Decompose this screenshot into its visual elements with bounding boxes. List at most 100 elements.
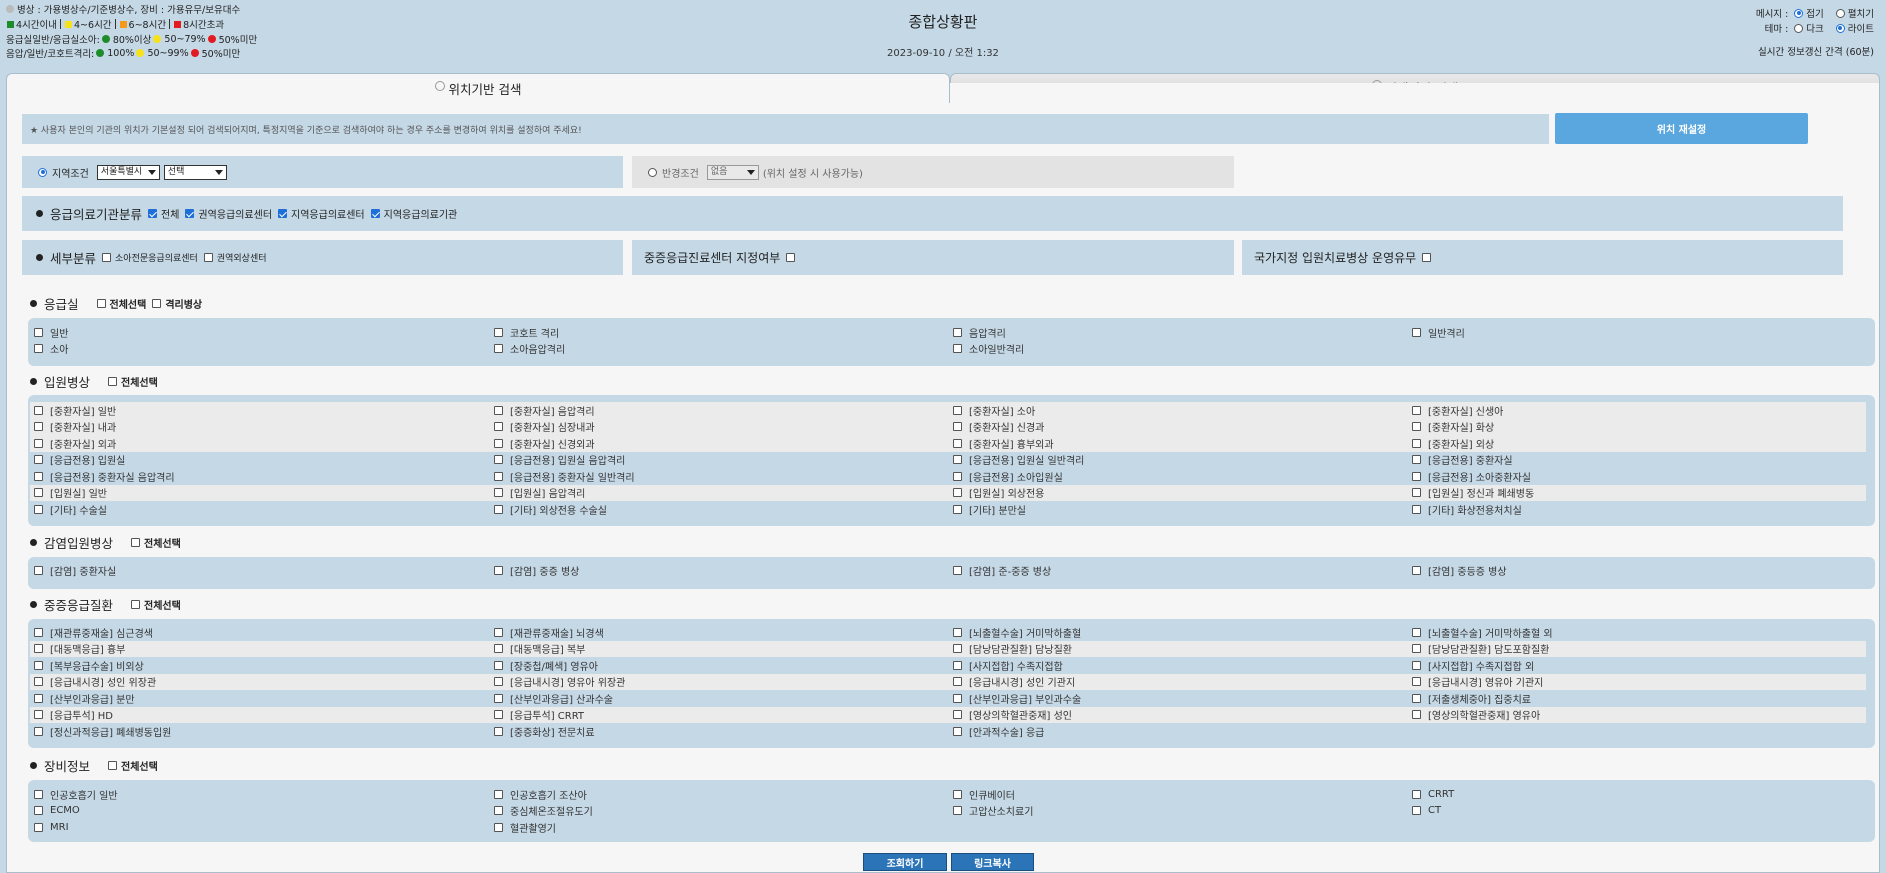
ward-option-checkbox[interactable] <box>1412 438 1421 448</box>
ward-option-checkbox[interactable] <box>953 405 962 415</box>
ward-option-label[interactable]: [기타] 외상전용 수술실 <box>510 502 607 517</box>
severe-option-checkbox[interactable] <box>494 644 503 653</box>
er-option-checkbox[interactable] <box>953 344 962 353</box>
search-button[interactable]: 조회하기 <box>863 853 947 871</box>
equipment-select-all-label[interactable]: 전체선택 <box>121 758 158 773</box>
equipment-select-all-checkbox[interactable] <box>108 761 118 770</box>
ward-option-checkbox[interactable] <box>494 438 503 448</box>
er-option-label[interactable]: 소아일반격리 <box>969 341 1024 356</box>
severe-option-checkbox[interactable] <box>1412 693 1421 703</box>
severe-option-label[interactable]: [장중첩/폐색] 영유아 <box>510 658 598 673</box>
severe-option-label[interactable]: [복부응급수술] 비외상 <box>50 658 144 673</box>
severe-option[interactable]: [사지접합] 수족지접합 외 <box>1408 657 1534 673</box>
ward-option-checkbox[interactable] <box>1412 422 1421 431</box>
equipment-option-label[interactable]: 인공호흡기 일반 <box>50 787 118 802</box>
ward-option[interactable]: [입원실] 일반 <box>30 485 107 501</box>
equipment-option-checkbox[interactable] <box>1412 806 1421 815</box>
ward-option-checkbox[interactable] <box>1412 471 1421 481</box>
ward-select-all-label[interactable]: 전체선택 <box>121 374 158 389</box>
equipment-option-checkbox[interactable] <box>494 806 503 815</box>
ward-option[interactable]: [기타] 분만실 <box>949 501 1026 517</box>
severe-option[interactable]: [응급투석] CRRT <box>490 707 584 723</box>
er-isolation-checkbox[interactable] <box>152 299 162 308</box>
class-local-institution-checkbox[interactable] <box>370 209 380 218</box>
severe-option-label[interactable]: [응급내시경] 영유아 위장관 <box>510 674 625 689</box>
ward-option-label[interactable]: [응급전용] 입원실 음압격리 <box>510 452 625 467</box>
ward-option[interactable]: [중환자실] 신경과 <box>949 419 1044 435</box>
ward-option-label[interactable]: [기타] 분만실 <box>969 502 1026 517</box>
er-option[interactable]: 소아일반격리 <box>949 341 1024 357</box>
er-option[interactable]: 소아음압격리 <box>490 341 565 357</box>
severe-option[interactable]: [응급내시경] 성인 위장관 <box>30 674 156 690</box>
equipment-option-label[interactable]: 혈관촬영기 <box>510 820 556 835</box>
ward-option-checkbox[interactable] <box>34 405 43 415</box>
infection-option-label[interactable]: [감염] 중환자실 <box>50 563 116 578</box>
equipment-option[interactable]: CT <box>1408 803 1441 819</box>
ward-option[interactable]: [응급전용] 입원실 <box>30 452 125 468</box>
severe-option[interactable]: [응급투석] HD <box>30 707 113 723</box>
ward-option-checkbox[interactable] <box>494 455 503 464</box>
refresh-interval[interactable]: 실시간 정보갱신 간격 (60분) <box>1758 44 1874 58</box>
ward-option[interactable]: [중환자실] 일반 <box>30 402 116 418</box>
ward-option-label[interactable]: [기타] 화상전용처치실 <box>1428 502 1522 517</box>
class-all-checkbox[interactable] <box>148 209 158 218</box>
equipment-option-checkbox[interactable] <box>494 789 503 799</box>
severe-option[interactable]: [영상의학혈관중재] 성인 <box>949 707 1072 723</box>
severe-option[interactable]: [산부인과응급] 분만 <box>30 690 135 706</box>
ward-option-checkbox[interactable] <box>953 504 962 514</box>
class-local-center-checkbox[interactable] <box>278 209 288 218</box>
er-option[interactable]: 코호트 격리 <box>490 324 559 340</box>
infection-option-checkbox[interactable] <box>953 565 962 575</box>
severe-option-label[interactable]: [뇌출혈수술] 거미막하출혈 외 <box>1428 625 1553 640</box>
infection-option[interactable]: [감염] 준-중증 병상 <box>949 562 1051 578</box>
infection-option-label[interactable]: [감염] 준-중증 병상 <box>969 563 1051 578</box>
message-expand-label[interactable]: 펼치기 <box>1848 6 1874 20</box>
infection-option-label[interactable]: [감염] 중등증 병상 <box>1428 563 1507 578</box>
reset-location-button[interactable]: 위치 재설정 <box>1555 113 1808 144</box>
severe-option-label[interactable]: [산부인과응급] 분만 <box>50 691 135 706</box>
ward-option-label[interactable]: [응급전용] 중환자실 음압격리 <box>50 469 175 484</box>
ward-option[interactable]: [응급전용] 소아중환자실 <box>1408 468 1531 484</box>
severe-option[interactable]: [뇌출혈수술] 거미막하출혈 <box>949 624 1081 640</box>
ward-option[interactable]: [중환자실] 흉부외과 <box>949 435 1054 451</box>
ward-option-label[interactable]: [중환자실] 소아 <box>969 403 1035 418</box>
equipment-option-checkbox[interactable] <box>1412 789 1421 799</box>
equipment-option-checkbox[interactable] <box>34 822 43 832</box>
severe-option-label[interactable]: [대동맥응급] 흉부 <box>50 641 125 656</box>
ward-option-checkbox[interactable] <box>494 471 503 481</box>
ward-option[interactable]: [응급전용] 입원실 음압격리 <box>490 452 625 468</box>
copy-link-button[interactable]: 링크복사 <box>951 853 1034 871</box>
severe-option-checkbox[interactable] <box>953 627 962 637</box>
er-option[interactable]: 음압격리 <box>949 324 1006 340</box>
er-option-checkbox[interactable] <box>494 327 503 337</box>
ward-option-label[interactable]: [응급전용] 소아중환자실 <box>1428 469 1531 484</box>
er-option-label[interactable]: 코호트 격리 <box>510 325 559 340</box>
ward-option-checkbox[interactable] <box>953 488 962 497</box>
class-local-institution-label[interactable]: 지역응급의료기관 <box>384 206 458 221</box>
ward-option[interactable]: [기타] 외상전용 수술실 <box>490 501 607 517</box>
ward-option-checkbox[interactable] <box>34 422 43 431</box>
severe-option-label[interactable]: [산부인과응급] 산과수술 <box>510 691 613 706</box>
severe-option[interactable]: [담낭담관질환] 담도포함질환 <box>1408 641 1549 657</box>
severe-option-label[interactable]: [재관류중재술] 뇌경색 <box>510 625 604 640</box>
ward-option-checkbox[interactable] <box>34 488 43 497</box>
equipment-option[interactable]: 고압산소치료기 <box>949 803 1033 819</box>
ward-option-checkbox[interactable] <box>494 504 503 514</box>
severe-option-label[interactable]: [사지접합] 수족지접합 외 <box>1428 658 1534 673</box>
severe-option-label[interactable]: [사지접합] 수족지접합 <box>969 658 1063 673</box>
equipment-option[interactable]: CRRT <box>1408 786 1454 802</box>
ward-option[interactable]: [중환자실] 화상 <box>1408 419 1494 435</box>
ward-option-label[interactable]: [중환자실] 외상 <box>1428 436 1494 451</box>
severe-option[interactable]: [재관류중재술] 뇌경색 <box>490 624 604 640</box>
subclass-trauma-label[interactable]: 권역외상센터 <box>217 251 267 264</box>
severe-option-checkbox[interactable] <box>494 627 503 637</box>
severe-option-label[interactable]: [안과적수술] 응급 <box>969 724 1044 739</box>
equipment-option-label[interactable]: 고압산소치료기 <box>969 803 1033 818</box>
ward-option[interactable]: [응급전용] 입원실 일반격리 <box>949 452 1084 468</box>
equipment-option[interactable]: ECMO <box>30 803 80 819</box>
severe-option-label[interactable]: [대동맥응급] 복부 <box>510 641 585 656</box>
severe-option[interactable]: [안과적수술] 응급 <box>949 723 1044 739</box>
ward-option-checkbox[interactable] <box>34 471 43 481</box>
ward-option[interactable]: [기타] 화상전용처치실 <box>1408 501 1522 517</box>
radius-condition-radio[interactable] <box>648 167 657 177</box>
